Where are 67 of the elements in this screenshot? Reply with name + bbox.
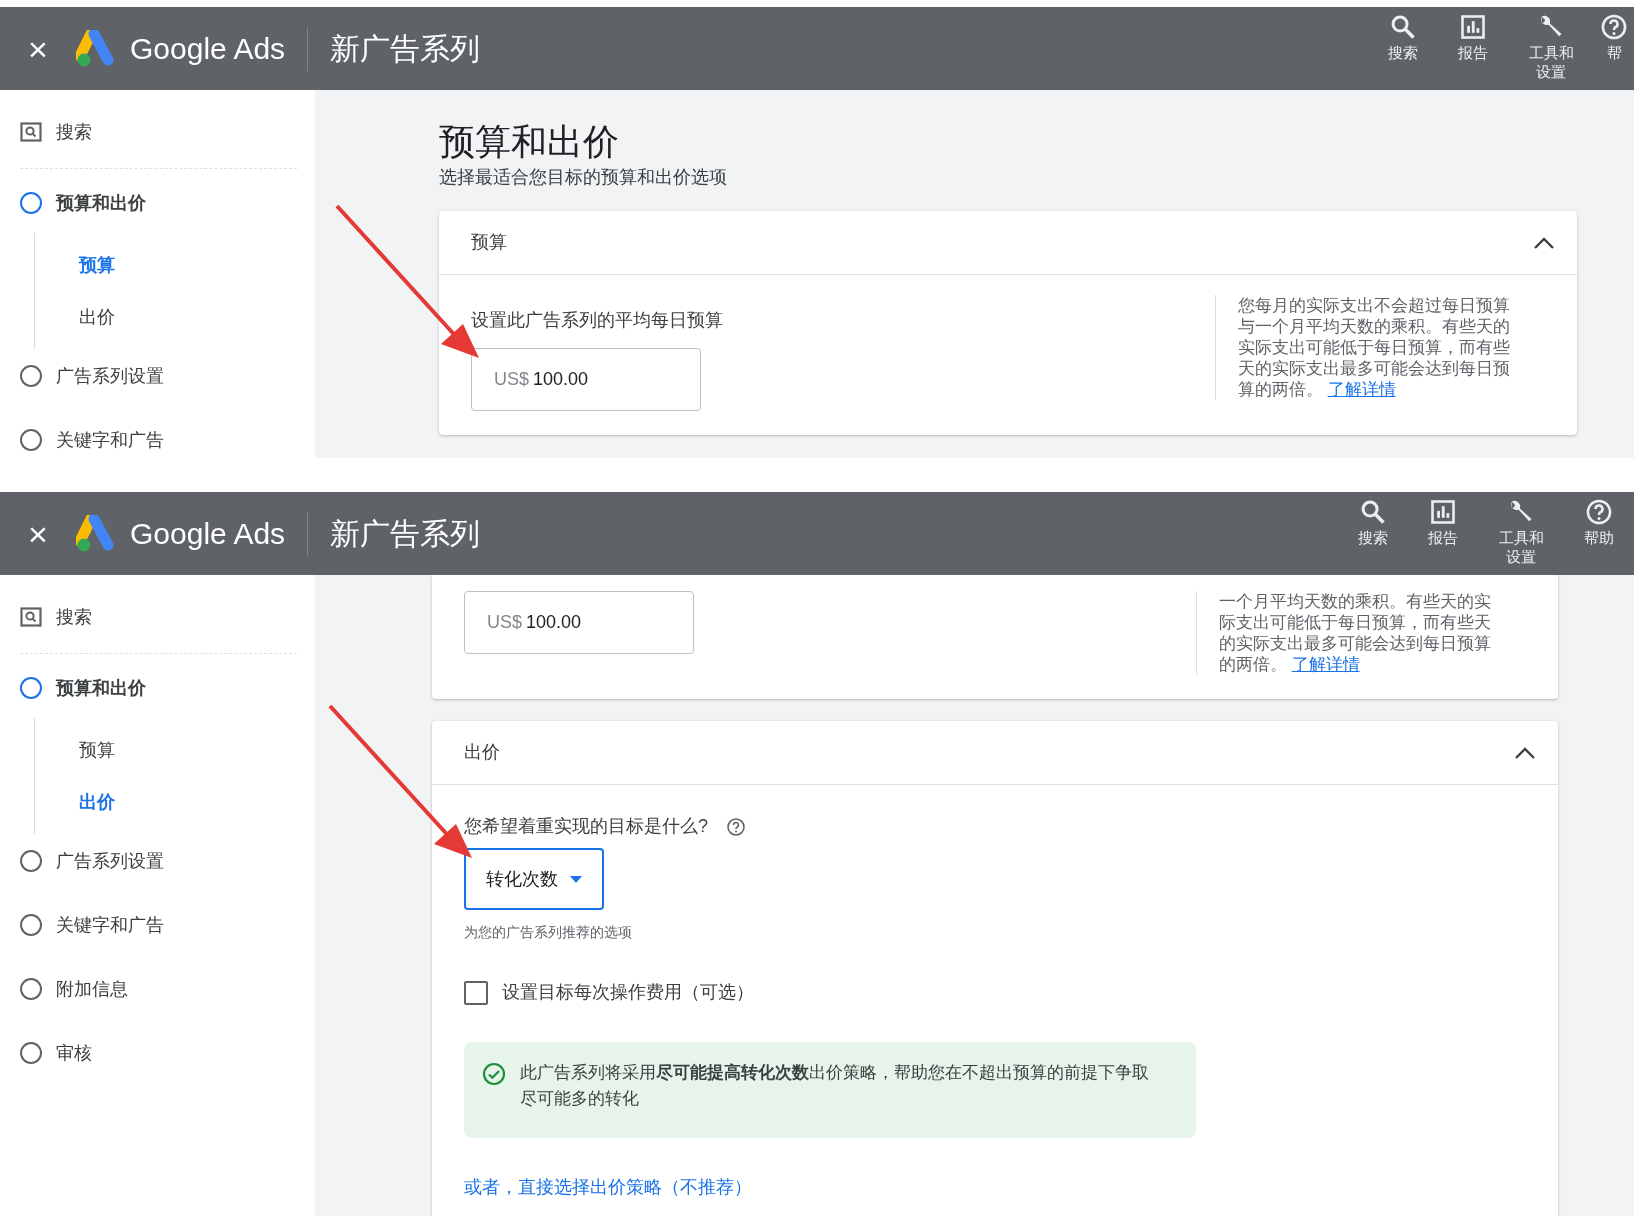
sidebar-subitem[interactable]: 出价 (79, 776, 115, 828)
search-icon (1359, 498, 1387, 526)
help-text: 您每月的实际支出不会超过每日预算与一个月平均天数的乘积。有些天的实际支出可能低于每日预算，而有些天的实际支出最多可能会达到每日预算的两倍。 了解详情 (1215, 295, 1545, 400)
question-text: 您希望着重实现的目标是什么? (464, 815, 708, 838)
product-name: Google Ads (130, 31, 286, 67)
checkbox-label: 设置目标每次操作费用（可选） (502, 981, 754, 1004)
goal-dropdown[interactable]: 转化次数 (464, 848, 604, 910)
chevron-up-icon[interactable] (1533, 235, 1555, 250)
notice-text: 此广告系列将采用尽可能提高转化次数出价策略，帮助您在不超出预算的前提下争取尽可能多的转化 (520, 1062, 1150, 1110)
checkbox[interactable] (464, 980, 488, 1005)
search-icon (20, 607, 42, 627)
circle-icon (20, 914, 42, 936)
check-circle-icon (482, 1062, 506, 1086)
sidebar-step[interactable]: 关键字和广告 (20, 420, 297, 458)
help-icon (1600, 13, 1628, 41)
sidebar-search[interactable]: 搜索 (20, 597, 297, 637)
chevron-up-icon[interactable] (1514, 745, 1536, 760)
toolbar-button[interactable]: 搜索 (1368, 13, 1438, 62)
sidebar-step[interactable]: 预算和出价 (20, 668, 297, 708)
sidebar-step[interactable]: 广告系列设置 (20, 841, 297, 881)
sidebar-step[interactable]: 审核 (20, 1033, 297, 1073)
toolbar-button[interactable]: 搜索 (1338, 498, 1408, 547)
circle-icon (20, 429, 42, 451)
toolbar-button[interactable]: 帮助 (1564, 498, 1634, 547)
budget-input[interactable]: US$ 100.00 (464, 591, 694, 654)
sidebar-step[interactable]: 预算和出价 (20, 183, 297, 223)
search-icon (20, 122, 42, 142)
sidebar-search[interactable]: 搜索 (20, 112, 297, 152)
budget-input[interactable]: US$ 100.00 (471, 348, 701, 411)
help-icon[interactable] (726, 816, 746, 837)
bid-strategy-link[interactable]: 或者，直接选择出价策略（不推荐） (464, 1174, 752, 1201)
help-icon (1585, 498, 1613, 526)
sidebar-subitem[interactable]: 出价 (79, 291, 115, 343)
toolbar-button[interactable]: 工具和设置 (1508, 13, 1594, 81)
bar-chart-icon (1459, 13, 1487, 41)
bar-chart-icon (1429, 498, 1457, 526)
sidebar-step[interactable]: 广告系列设置 (20, 356, 297, 396)
search-icon (1389, 13, 1417, 41)
help-text: 一个月平均天数的乘积。有些天的实际支出可能低于每日预算，而有些天的实际支出最多可能会达到每日预算的两倍。 了解详情 (1196, 591, 1526, 675)
field-label: 设置此广告系列的平均每日预算 (471, 309, 724, 332)
toolbar-button[interactable]: 工具和设置 (1478, 498, 1564, 566)
sidebar-subitem[interactable]: 预算 (79, 724, 115, 776)
circle-icon (20, 365, 42, 387)
sidebar-step[interactable]: 附加信息 (20, 969, 297, 1009)
circle-icon (20, 677, 42, 699)
product-name: Google Ads (130, 516, 286, 552)
hint-text: 为您的广告系列推荐的选项 (464, 923, 633, 942)
toolbar-button[interactable]: 报告 (1408, 498, 1478, 547)
toolbar-button[interactable]: 帮 (1594, 13, 1634, 62)
campaign-title: 新广告系列 (330, 31, 481, 67)
section-heading: 预算 (471, 231, 507, 254)
toolbar-button[interactable]: 报告 (1438, 13, 1508, 62)
dropdown-caret-icon (570, 875, 582, 883)
circle-icon (20, 978, 42, 1000)
sidebar-step[interactable]: 关键字和广告 (20, 905, 297, 945)
sidebar-subitem[interactable]: 预算 (79, 239, 115, 291)
circle-icon (20, 192, 42, 214)
close-button[interactable]: × (0, 515, 76, 552)
learn-more-link[interactable]: 了解详情 (1291, 655, 1360, 673)
circle-icon (20, 1042, 42, 1064)
close-button[interactable]: × (0, 30, 76, 67)
learn-more-link[interactable]: 了解详情 (1327, 380, 1396, 398)
page-subtitle: 选择最适合您目标的预算和出价选项 (439, 166, 728, 189)
page-title: 预算和出价 (439, 120, 620, 164)
circle-icon (20, 850, 42, 872)
section-heading: 出价 (464, 741, 500, 764)
campaign-title: 新广告系列 (330, 516, 481, 552)
